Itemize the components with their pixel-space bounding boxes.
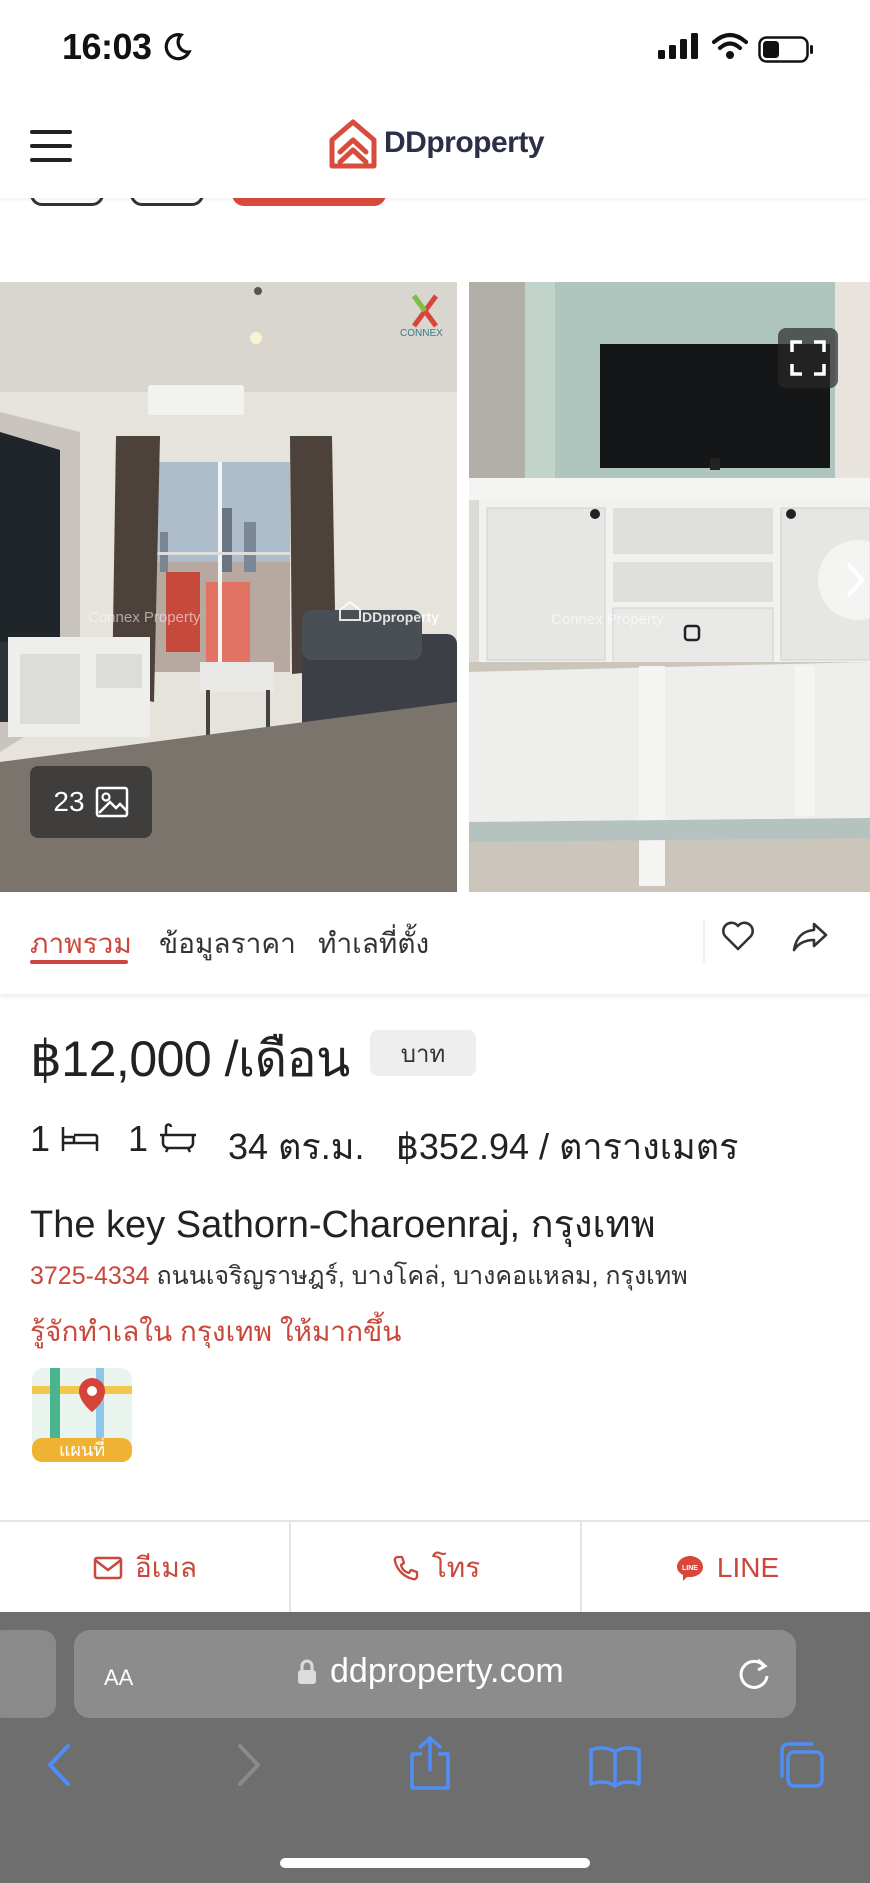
browser-toolbar: AA ddproperty.com	[0, 1612, 870, 1883]
currency-selector[interactable]: บาท	[370, 1030, 476, 1076]
map-thumbnail-button[interactable]: แผนที่	[30, 1360, 134, 1464]
brand-logo[interactable]: DDproperty	[326, 116, 556, 174]
bookmarks-icon[interactable]	[588, 1744, 642, 1788]
gallery-next-button[interactable]	[818, 540, 870, 620]
wifi-icon	[712, 33, 748, 59]
watermark-text: Connex Property	[88, 609, 201, 626]
email-button[interactable]: อีเมล	[0, 1522, 290, 1614]
watermark-text: DDproperty	[362, 609, 439, 625]
heart-icon[interactable]	[720, 918, 756, 954]
watermark-text: Connex Property	[551, 611, 664, 628]
listing-address: 3725-4334 ถนนเจริญราษฎร์, บางโคล่, บางคอ…	[30, 1256, 688, 1296]
chevron-right-icon	[846, 562, 865, 598]
lock-icon	[298, 1659, 316, 1684]
svg-text:LINE: LINE	[682, 1565, 698, 1572]
tab-location[interactable]: ทำเลที่ตั้ง	[318, 922, 429, 966]
line-button[interactable]: LINE LINE	[582, 1522, 870, 1614]
address-code-link[interactable]: 3725-4334	[30, 1262, 150, 1290]
map-label: แผนที่	[58, 1440, 106, 1460]
bathtub-icon	[160, 1123, 197, 1153]
tab-price-info[interactable]: ข้อมูลราคา	[159, 922, 296, 966]
email-label: อีเมล	[134, 1552, 197, 1583]
site-header: DDproperty	[0, 88, 870, 198]
floor-area: 34 ตร.ม.	[228, 1126, 365, 1167]
share-icon[interactable]	[790, 916, 830, 956]
hamburger-menu-icon[interactable]	[30, 130, 72, 162]
back-icon[interactable]	[44, 1742, 74, 1788]
bed-icon	[61, 1127, 99, 1151]
tab-divider	[703, 920, 705, 962]
forward-icon[interactable]	[234, 1742, 264, 1788]
line-app-icon: LINE	[676, 1556, 703, 1581]
line-label: LINE	[716, 1552, 780, 1583]
fullscreen-expand-button[interactable]	[778, 328, 838, 388]
battery-icon	[758, 36, 813, 63]
page: 16:03 DDproperty Connex Property DDprope…	[0, 0, 870, 1883]
image-icon	[95, 786, 128, 818]
listing-title: The key Sathorn-Charoenraj, กรุงเทพ	[30, 1204, 656, 1246]
connex-logo-text: CONNEX	[400, 328, 443, 339]
expand-icon	[790, 340, 826, 376]
bedroom-count: 1	[30, 1118, 51, 1159]
envelope-icon	[93, 1556, 123, 1580]
price-per-sqm: ฿352.94 / ตารางเมตร	[396, 1126, 739, 1167]
section-tabs: ภาพรวม ข้อมูลราคา ทำเลที่ตั้ง	[0, 892, 870, 994]
bedroom-count-group: 1	[30, 1118, 100, 1160]
reload-icon[interactable]	[732, 1652, 776, 1696]
previous-tab-peek[interactable]	[0, 1630, 56, 1718]
url-text: ddproperty.com	[330, 1652, 564, 1690]
home-indicator	[280, 1858, 590, 1868]
call-label: โทร	[431, 1552, 481, 1583]
address-bar[interactable]: AA ddproperty.com	[74, 1630, 796, 1718]
active-tab-indicator	[30, 960, 128, 964]
cellular-signal-icon	[658, 33, 698, 59]
bathroom-count: 1	[128, 1118, 149, 1159]
photo-gallery[interactable]: Connex Property DDproperty CONNEX Connex…	[0, 282, 870, 892]
status-time: 16:03	[62, 26, 152, 67]
call-button[interactable]: โทร	[291, 1522, 581, 1614]
reader-aa-button[interactable]: AA	[104, 1656, 133, 1693]
address-text: ถนนเจริญราษฎร์, บางโคล่, บางคอแหลม, กรุง…	[149, 1262, 688, 1290]
brand-name: DDproperty	[384, 126, 545, 159]
learn-area-link[interactable]: รู้จักทำเลใน กรุงเทพ ให้มากขึ้น	[30, 1310, 401, 1354]
phone-icon	[393, 1555, 418, 1581]
moon-icon	[164, 33, 192, 61]
photo-count: 23	[53, 786, 85, 817]
listing-price: ฿12,000 /เดือน	[30, 1031, 350, 1087]
bathroom-count-group: 1	[128, 1118, 198, 1160]
share-sheet-icon[interactable]	[408, 1736, 452, 1790]
contact-bar: อีเมล โทร LINE LINE	[0, 1520, 870, 1614]
ddproperty-logo-icon	[329, 119, 377, 169]
photo-count-badge[interactable]: 23	[30, 766, 152, 838]
tabs-icon[interactable]	[776, 1740, 826, 1790]
